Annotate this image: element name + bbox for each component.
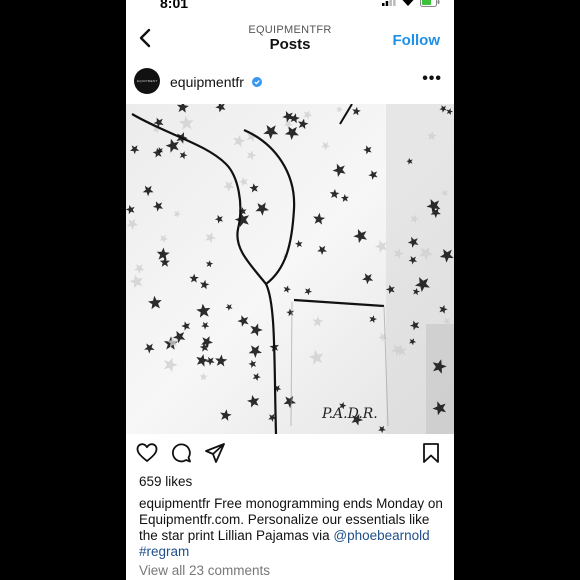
signal-icon: [382, 0, 396, 6]
post-caption: equipmentfr Free monogramming ends Monda…: [139, 496, 445, 560]
verified-icon: [252, 77, 262, 87]
caption-username[interactable]: equipmentfr: [139, 496, 210, 511]
bookmark-icon[interactable]: [420, 442, 442, 464]
follow-button[interactable]: Follow: [393, 32, 441, 49]
phone-screen: 8:01 EQUIPMENTFR Posts Follow EQUIPMENT: [126, 0, 454, 580]
comment-icon[interactable]: [170, 442, 192, 464]
avatar[interactable]: EQUIPMENT: [134, 68, 160, 94]
status-time: 8:01: [160, 0, 189, 11]
post-username[interactable]: equipmentfr: [170, 74, 244, 90]
action-bar: [126, 442, 454, 466]
wifi-icon: [402, 0, 414, 6]
view-comments-link[interactable]: View all 23 comments: [139, 563, 270, 578]
status-icons: [382, 0, 440, 7]
pajama-photo: P.A.D.R.: [126, 104, 454, 434]
share-icon[interactable]: [204, 442, 226, 464]
likes-count[interactable]: 659 likes: [139, 474, 192, 489]
post-image[interactable]: P.A.D.R.: [126, 104, 454, 434]
post-header: EQUIPMENT equipmentfr •••: [126, 66, 454, 102]
status-bar: 8:01: [126, 0, 454, 14]
heart-icon[interactable]: [136, 442, 158, 464]
top-bar: EQUIPMENTFR Posts Follow: [126, 18, 454, 62]
caption-hashtag[interactable]: #regram: [139, 544, 189, 559]
caption-mention[interactable]: @phoebearnold: [333, 528, 429, 543]
monogram-text: P.A.D.R.: [321, 406, 378, 422]
avatar-logo: EQUIPMENT: [137, 79, 158, 83]
more-icon[interactable]: •••: [422, 70, 442, 88]
battery-icon: [420, 0, 440, 7]
